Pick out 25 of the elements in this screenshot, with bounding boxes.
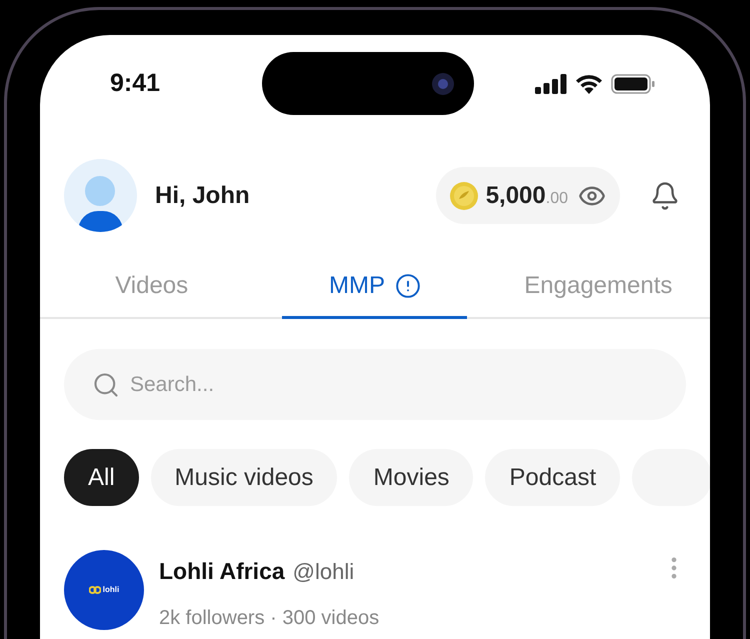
category-chip[interactable]: Music videos	[150, 449, 338, 506]
balance-amount: 5,000.00	[486, 180, 568, 210]
status-time: 9:41	[110, 68, 162, 99]
battery-icon	[611, 74, 655, 94]
bell-icon[interactable]	[650, 180, 680, 210]
wifi-icon	[575, 74, 603, 94]
category-chip[interactable]: Podcast	[485, 449, 620, 506]
category-chip[interactable]: Movies	[349, 449, 474, 506]
channel-handle: @lohli	[292, 558, 354, 586]
search-field[interactable]: Search...	[64, 349, 686, 420]
coin-icon	[450, 182, 478, 210]
channel-logo[interactable]: lohli	[64, 550, 144, 630]
logo-mark-icon	[88, 585, 101, 595]
channel-name: Lohli Africa	[159, 557, 285, 586]
channel-stats: 2k followers · 300 videos	[159, 606, 380, 630]
greeting-text: Hi, John	[155, 180, 250, 210]
logo-text: lohli	[102, 584, 120, 596]
info-icon[interactable]	[394, 273, 421, 299]
search-icon	[92, 370, 120, 398]
signal-icon	[535, 74, 567, 94]
camera-icon	[432, 72, 454, 94]
category-chip[interactable]: All	[64, 449, 139, 506]
search-input[interactable]: Search...	[130, 368, 630, 400]
tab[interactable]: MMP	[282, 268, 468, 319]
balance-pill[interactable]: 5,000.00	[436, 167, 620, 224]
